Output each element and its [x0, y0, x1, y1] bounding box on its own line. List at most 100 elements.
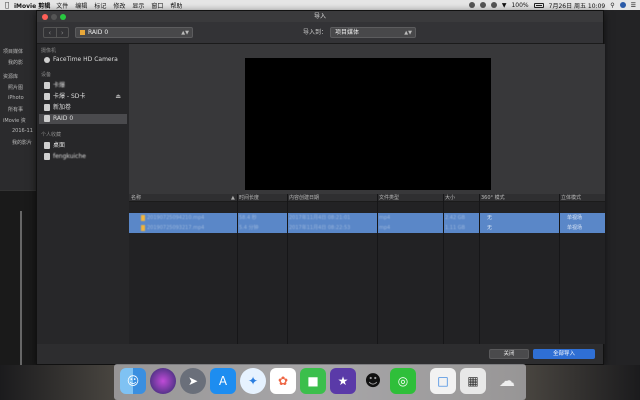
chevron-updown-icon: ▲▼: [404, 30, 412, 36]
disk-icon: [44, 104, 50, 111]
column-divider: [237, 194, 238, 344]
source-device-label: RAID 0: [88, 29, 109, 36]
sidebar-item-label: 卡爆 - SD卡: [53, 93, 86, 100]
dock: ☺ ➤ A ✦ ✿ ■ ★ ☻ ◎ □ ▦ ☁: [114, 364, 526, 400]
table-row[interactable]: 20190725094210.mp4 58.4 秒 2017年11月4日 08:…: [129, 213, 605, 223]
cell-created: 2017年11月4日 08:22:53: [289, 225, 351, 231]
import-to-popup[interactable]: 项目媒体 ▲▼: [330, 27, 416, 38]
column-divider: [377, 194, 378, 344]
photos-icon[interactable]: ✿: [270, 368, 296, 394]
menu-help[interactable]: 帮助: [170, 1, 182, 10]
drive-icon: [80, 30, 85, 35]
cell-size: 2.42 GB: [445, 215, 466, 221]
column-header-360[interactable]: 360° 模式: [479, 194, 559, 202]
source-device-popup[interactable]: RAID 0 ▲▼: [75, 27, 193, 38]
sidebar-item-label: FaceTime HD Camera: [53, 56, 118, 63]
safari-icon[interactable]: ✦: [240, 368, 266, 394]
calculator-icon[interactable]: ▦: [460, 368, 486, 394]
cell-duration: 58.4 秒: [239, 215, 257, 221]
menu-modify[interactable]: 修改: [113, 1, 125, 10]
bg-label[interactable]: iMovie 资: [3, 117, 26, 124]
facetime-icon[interactable]: ■: [300, 368, 326, 394]
video-preview[interactable]: [245, 58, 491, 190]
sidebar-item-home[interactable]: fengkuiche: [39, 152, 127, 162]
qq-icon[interactable]: ☻: [360, 368, 386, 394]
column-header-created[interactable]: 内容创建日期: [287, 194, 377, 202]
playhead[interactable]: [20, 211, 22, 391]
column-header-stereo[interactable]: 立体模式: [559, 194, 605, 202]
cell-size: 1.11 GB: [445, 225, 466, 231]
cell-type: mp4: [379, 225, 391, 231]
camera-icon: [44, 56, 50, 63]
bg-label[interactable]: 我的影片: [12, 139, 32, 146]
menu-edit[interactable]: 编辑: [75, 1, 87, 10]
cell-created: 2017年11月4日 08:21:01: [289, 215, 351, 221]
bg-label[interactable]: 照片图: [8, 84, 23, 91]
dialog-titlebar: 导入: [37, 11, 603, 22]
column-header-duration[interactable]: 时间长度: [237, 194, 287, 202]
bg-label[interactable]: 2016-11: [12, 128, 33, 134]
search-icon[interactable]: ⚲: [610, 2, 614, 9]
wifi-icon[interactable]: ▼: [502, 2, 507, 9]
folder-icon: [44, 142, 50, 149]
appstore-icon[interactable]: A: [210, 368, 236, 394]
battery-icon[interactable]: [533, 2, 544, 8]
sidebar-item-raid0[interactable]: RAID 0: [39, 114, 127, 124]
imovie-viewer-edge: [604, 10, 640, 400]
section-cameras: 摄像机: [41, 48, 57, 54]
bg-label[interactable]: 所有事: [8, 106, 23, 113]
menu-view[interactable]: 显示: [132, 1, 144, 10]
user-avatar-icon[interactable]: [619, 2, 626, 8]
import-all-button[interactable]: 全部导入: [533, 349, 595, 359]
sidebar-item-desktop[interactable]: 桌面: [39, 141, 127, 151]
sidebar-item-facetime-camera[interactable]: FaceTime HD Camera: [39, 55, 127, 65]
eject-icon[interactable]: ⏏: [115, 92, 121, 102]
menu-window[interactable]: 窗口: [151, 1, 163, 10]
cell-360-mode: 无: [487, 215, 493, 221]
column-header-type[interactable]: 文件类型: [377, 194, 443, 202]
preview-icon[interactable]: □: [430, 368, 456, 394]
finder-icon[interactable]: ☺: [120, 368, 146, 394]
menu-mark[interactable]: 标记: [94, 1, 106, 10]
table-row[interactable]: 20190725093217.mp4 5.4 分钟 2017年11月4日 08:…: [129, 223, 605, 233]
imovie-icon[interactable]: ★: [330, 368, 356, 394]
status-app-icon-3[interactable]: [490, 2, 497, 8]
column-header-name[interactable]: 名称: [129, 194, 237, 202]
cell-type: mp4: [379, 215, 391, 221]
column-divider: [559, 194, 560, 344]
status-app-icon-2[interactable]: [479, 2, 486, 8]
nav-buttons: ‹ ›: [43, 27, 69, 38]
cell-duration: 5.4 分钟: [239, 225, 259, 231]
sidebar-item-sd-card[interactable]: 卡爆 - SD卡 ⏏: [39, 92, 127, 102]
clock[interactable]: 7月26日 周五 10:09: [549, 1, 606, 10]
close-window-icon[interactable]: [42, 14, 48, 20]
menu-bar:  iMovie 剪辑 文件 编辑 标记 修改 显示 窗口 帮助 ▼ 100% …: [0, 0, 640, 10]
zoom-window-icon[interactable]: [60, 14, 66, 20]
sidebar-item-device[interactable]: 卡爆: [39, 81, 127, 91]
app-menu[interactable]: iMovie 剪辑: [14, 1, 50, 10]
siri-icon[interactable]: [150, 368, 176, 394]
sidebar-item-new-volume[interactable]: 新加卷: [39, 103, 127, 113]
cell-name: 20190725094210.mp4: [139, 213, 237, 223]
notification-center-icon[interactable]: ☰: [631, 2, 636, 9]
launchpad-icon[interactable]: ➤: [180, 368, 206, 394]
bg-label[interactable]: iPhoto: [8, 95, 24, 101]
video-file-icon: [141, 214, 145, 221]
trash-icon[interactable]: ☁: [494, 368, 520, 394]
close-button[interactable]: 关闭: [489, 349, 529, 359]
back-button[interactable]: ‹: [44, 28, 57, 37]
status-app-icon[interactable]: [468, 2, 475, 8]
menu-file[interactable]: 文件: [56, 1, 68, 10]
column-divider: [287, 194, 288, 344]
home-icon: [44, 153, 50, 160]
forward-button[interactable]: ›: [57, 28, 69, 37]
column-divider: [479, 194, 480, 344]
column-header-size[interactable]: 大小: [443, 194, 479, 202]
disk-icon: [44, 115, 50, 122]
wechat-icon[interactable]: ◎: [390, 368, 416, 394]
file-table: 名称 ▲ 时间长度 内容创建日期 文件类型 大小 360° 模式 立体模式 20…: [129, 194, 605, 344]
dialog-toolbar: ‹ › RAID 0 ▲▼ 导入到： 项目媒体 ▲▼: [37, 22, 603, 44]
cell-name: 20190725093217.mp4: [139, 223, 237, 233]
apple-menu-icon[interactable]: : [0, 1, 14, 9]
bg-label[interactable]: 我的影: [8, 59, 23, 66]
